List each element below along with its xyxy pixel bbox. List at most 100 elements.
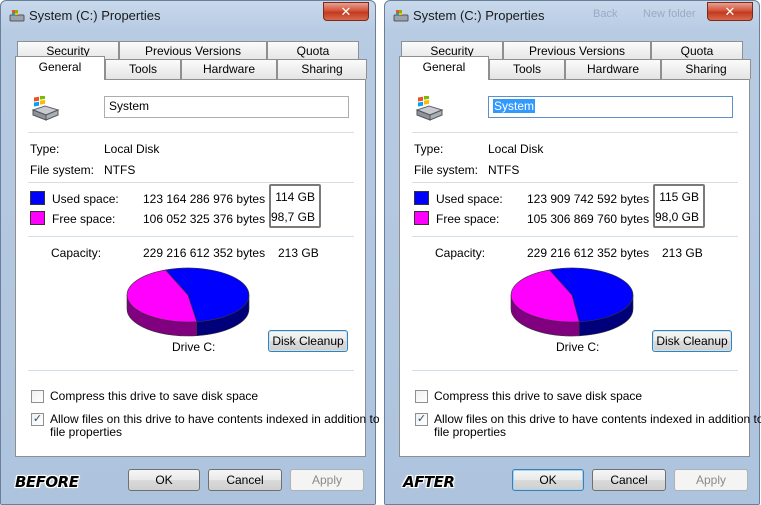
index-label-line-1: Allow files on this drive to have conten… xyxy=(434,412,761,426)
divider xyxy=(28,236,354,237)
compress-checkbox[interactable] xyxy=(415,390,428,403)
tab-tools[interactable]: Tools xyxy=(489,59,565,79)
close-icon: ✕ xyxy=(724,4,736,19)
index-label-line-1: Allow files on this drive to have conten… xyxy=(50,412,380,426)
divider xyxy=(28,182,354,183)
divider xyxy=(28,132,354,133)
divider xyxy=(412,132,738,133)
used-space-gb: 115 GB xyxy=(659,190,699,204)
drive-name-value: System xyxy=(493,99,536,113)
tab-general[interactable]: General xyxy=(399,56,489,80)
free-space-swatch xyxy=(30,211,45,225)
disk-cleanup-button[interactable]: Disk Cleanup xyxy=(268,330,348,352)
after-stamp: AFTER xyxy=(403,473,455,491)
drive-label: Drive C: xyxy=(172,340,216,354)
tab-sharing[interactable]: Sharing xyxy=(661,59,751,79)
used-space-label: Used space: xyxy=(436,192,503,206)
tab-hardware[interactable]: Hardware xyxy=(181,59,277,79)
tab-previous-versions[interactable]: Previous Versions xyxy=(119,41,267,61)
index-checkbox[interactable]: ✓ xyxy=(415,413,428,426)
window-title: System (C:) Properties xyxy=(29,8,161,23)
close-button[interactable]: ✕ xyxy=(707,2,753,21)
used-space-swatch xyxy=(30,191,45,205)
file-system-label: File system: xyxy=(414,163,479,177)
free-space-bytes: 105 306 869 760 bytes xyxy=(527,212,650,226)
disk-drive-icon xyxy=(415,96,444,121)
capacity-gb: 213 GB xyxy=(278,246,319,260)
type-value: Local Disk xyxy=(104,142,160,156)
free-space-label: Free space: xyxy=(52,212,116,226)
drive-name-value: System xyxy=(109,99,150,113)
capacity-gb: 213 GB xyxy=(662,246,703,260)
tab-previous-versions[interactable]: Previous Versions xyxy=(503,41,651,61)
divider xyxy=(412,370,738,371)
used-space-label: Used space: xyxy=(52,192,119,206)
free-space-swatch xyxy=(414,211,429,225)
disk-cleanup-button[interactable]: Disk Cleanup xyxy=(652,330,732,352)
general-tab-panel: System Type: Local Disk File system: NTF… xyxy=(15,79,380,457)
tab-general[interactable]: General xyxy=(15,56,105,80)
apply-button[interactable]: Apply xyxy=(674,469,748,491)
tab-quota[interactable]: Quota xyxy=(267,41,359,61)
compress-label: Compress this drive to save disk space xyxy=(50,389,259,403)
gb-highlight-box: 114 GB 98,7 GB xyxy=(269,184,321,228)
used-space-bytes: 123 909 742 592 bytes xyxy=(527,192,650,206)
title-bar[interactable]: System (C:) Properties ✕ xyxy=(1,1,375,31)
compress-label: Compress this drive to save disk space xyxy=(434,389,643,403)
cancel-button[interactable]: Cancel xyxy=(592,469,666,491)
disk-drive-icon xyxy=(31,96,60,121)
index-label-line-2: file properties xyxy=(50,425,123,439)
compress-checkbox[interactable] xyxy=(31,390,44,403)
disk-usage-pie xyxy=(510,267,634,337)
free-space-bytes: 106 052 325 376 bytes xyxy=(143,212,266,226)
close-button[interactable]: ✕ xyxy=(323,2,369,21)
drive-name-input[interactable]: System xyxy=(104,96,349,118)
close-icon: ✕ xyxy=(340,4,352,19)
disk-cleanup-label: Disk Cleanup xyxy=(656,334,728,348)
properties-window-after: System (C:) Properties Back New folder ✕… xyxy=(384,0,761,505)
used-space-gb: 114 GB xyxy=(275,190,315,204)
capacity-bytes: 229 216 612 352 bytes xyxy=(527,246,650,260)
title-bar[interactable]: System (C:) Properties Back New folder ✕ xyxy=(385,1,759,31)
index-label-line-2: file properties xyxy=(434,425,507,439)
tab-sharing[interactable]: Sharing xyxy=(277,59,367,79)
checkmark-icon: ✓ xyxy=(32,413,43,425)
ok-button[interactable]: OK xyxy=(512,469,584,491)
drive-icon xyxy=(393,10,409,22)
checkmark-icon: ✓ xyxy=(416,413,427,425)
tab-tools[interactable]: Tools xyxy=(105,59,181,79)
cancel-button[interactable]: Cancel xyxy=(208,469,282,491)
properties-window-before: System (C:) Properties ✕ Security Previo… xyxy=(0,0,380,505)
drive-icon xyxy=(9,10,25,22)
file-system-value: NTFS xyxy=(488,163,520,177)
gb-highlight-box: 115 GB 98,0 GB xyxy=(653,184,705,228)
file-system-label: File system: xyxy=(30,163,95,177)
free-space-gb: 98,7 GB xyxy=(270,210,315,224)
index-checkbox[interactable]: ✓ xyxy=(31,413,44,426)
disk-cleanup-label: Disk Cleanup xyxy=(272,334,344,348)
general-tab-panel: System Type: Local Disk File system: NTF… xyxy=(399,79,761,457)
capacity-label: Capacity: xyxy=(51,246,102,260)
window-title: System (C:) Properties xyxy=(413,8,545,23)
disk-usage-pie xyxy=(126,267,250,337)
tab-hardware[interactable]: Hardware xyxy=(565,59,661,79)
used-space-swatch xyxy=(414,191,429,205)
capacity-bytes: 229 216 612 352 bytes xyxy=(143,246,266,260)
background-ghost-text: New folder xyxy=(643,8,696,20)
free-space-label: Free space: xyxy=(436,212,500,226)
divider xyxy=(28,370,354,371)
drive-label: Drive C: xyxy=(556,340,600,354)
apply-button[interactable]: Apply xyxy=(290,469,364,491)
type-value: Local Disk xyxy=(488,142,544,156)
tab-quota[interactable]: Quota xyxy=(651,41,743,61)
file-system-value: NTFS xyxy=(104,163,136,177)
used-space-bytes: 123 164 286 976 bytes xyxy=(143,192,266,206)
ok-button[interactable]: OK xyxy=(128,469,200,491)
type-label: Type: xyxy=(414,142,444,156)
type-label: Type: xyxy=(30,142,60,156)
before-stamp: BEFORE xyxy=(15,473,79,491)
capacity-label: Capacity: xyxy=(435,246,486,260)
divider xyxy=(412,236,738,237)
free-space-gb: 98,0 GB xyxy=(654,210,699,224)
drive-name-input[interactable]: System xyxy=(488,96,733,118)
